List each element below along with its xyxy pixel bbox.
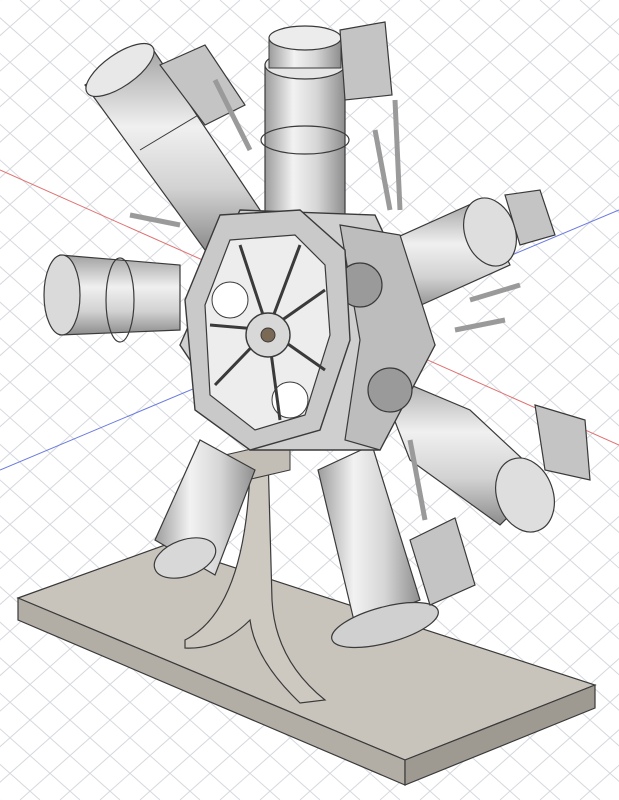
grid-line	[0, 763, 41, 800]
grid-line	[0, 728, 81, 800]
grid-line	[0, 0, 41, 37]
cylinder-top[interactable]	[260, 21, 393, 216]
grid-line	[0, 692, 121, 800]
grid-line	[579, 0, 619, 36]
grid-line	[579, 764, 619, 800]
grid-line	[0, 0, 121, 108]
cylinder-left[interactable]	[43, 254, 181, 343]
model-scene[interactable]	[0, 0, 619, 800]
grid-line	[0, 0, 81, 72]
3d-viewport[interactable]	[0, 0, 619, 800]
